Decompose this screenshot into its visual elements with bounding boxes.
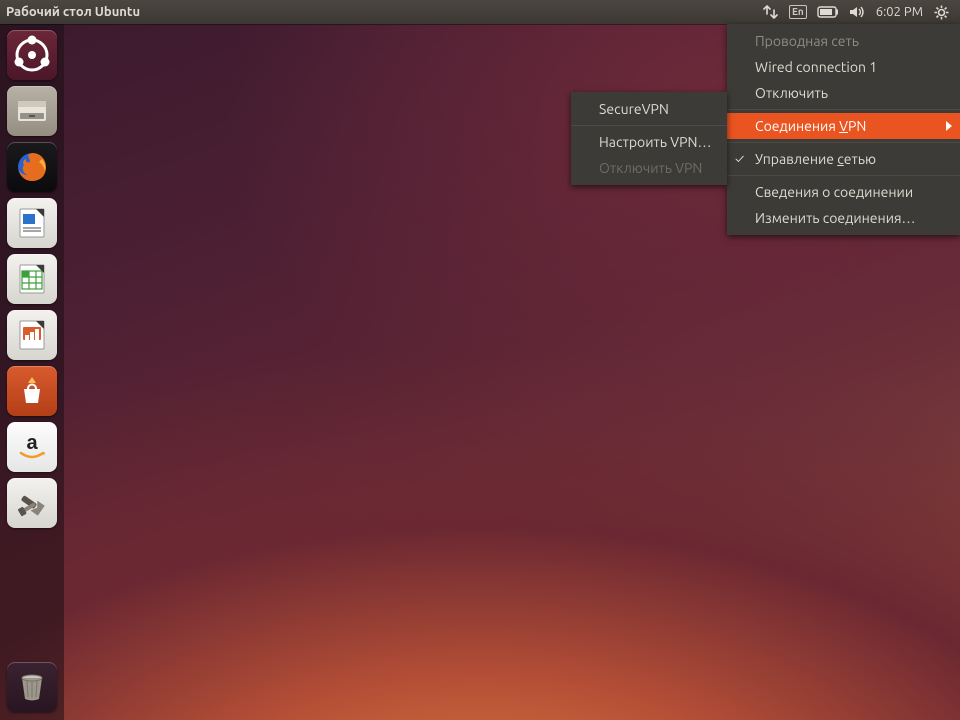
gear-icon (934, 5, 949, 20)
launcher-writer[interactable] (7, 198, 57, 248)
launcher-amazon[interactable]: a (7, 422, 57, 472)
panel-title: Рабочий стол Ubuntu (6, 5, 140, 19)
network-menu: Проводная сеть Wired connection 1 Отключ… (727, 24, 960, 235)
network-menu-vpn[interactable]: Соединения VPN (727, 113, 960, 139)
menu-separator (571, 125, 727, 126)
volume-icon (849, 5, 865, 19)
launcher-software-center[interactable] (7, 366, 57, 416)
clock[interactable]: 6:02 PM (870, 5, 929, 19)
unity-launcher: a (0, 24, 64, 720)
launcher-files[interactable] (7, 86, 57, 136)
network-indicator[interactable] (758, 0, 784, 24)
vpn-submenu: SecureVPN Настроить VPN… Отключить VPN (571, 92, 727, 185)
vpn-configure[interactable]: Настроить VPN… (571, 129, 727, 155)
network-menu-manage[interactable]: ✓ Управление сетью (727, 146, 960, 172)
network-menu-info[interactable]: Сведения о соединении (727, 179, 960, 205)
launcher-trash[interactable] (7, 662, 57, 712)
network-icon (763, 5, 779, 19)
top-panel: Рабочий стол Ubuntu En 6:02 PM (0, 0, 960, 24)
network-menu-wired[interactable]: Wired connection 1 (727, 54, 960, 80)
battery-indicator[interactable] (812, 0, 844, 24)
menu-separator (727, 142, 960, 143)
submenu-arrow-icon (946, 113, 952, 139)
battery-icon (817, 6, 839, 18)
session-indicator[interactable] (929, 0, 954, 24)
launcher-calc[interactable] (7, 254, 57, 304)
network-menu-edit[interactable]: Изменить соединения… (727, 205, 960, 231)
menu-separator (727, 175, 960, 176)
svg-text:a: a (26, 432, 38, 454)
launcher-settings[interactable] (7, 478, 57, 528)
launcher-impress[interactable] (7, 310, 57, 360)
vpn-disconnect: Отключить VPN (571, 155, 727, 181)
sound-indicator[interactable] (844, 0, 870, 24)
launcher-firefox[interactable] (7, 142, 57, 192)
launcher-dash[interactable] (7, 30, 57, 80)
check-icon: ✓ (735, 146, 744, 172)
network-menu-header: Проводная сеть (727, 28, 960, 54)
language-badge: En (789, 5, 807, 19)
menu-separator (727, 109, 960, 110)
vpn-securevpn[interactable]: SecureVPN (571, 96, 727, 122)
network-menu-disconnect[interactable]: Отключить (727, 80, 960, 106)
keyboard-indicator[interactable]: En (784, 0, 812, 24)
